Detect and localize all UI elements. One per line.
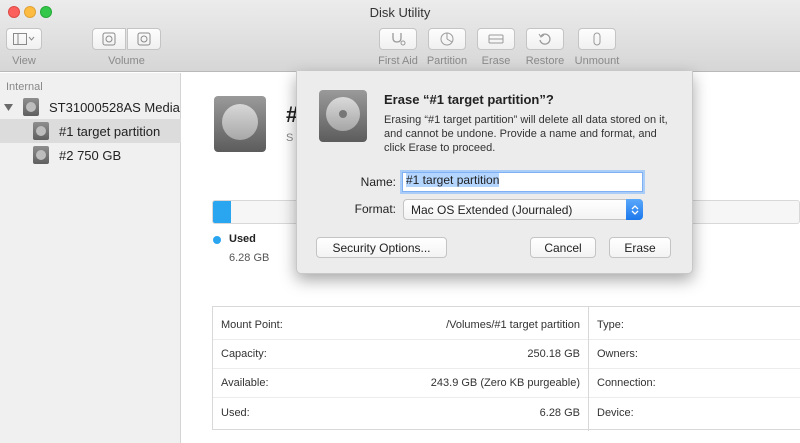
format-select[interactable]: Mac OS Extended (Journaled)	[403, 199, 643, 220]
chevron-up-down-icon	[626, 199, 643, 220]
erase-confirm-button[interactable]: Erase	[609, 237, 671, 258]
remove-volume-button[interactable]	[127, 28, 161, 50]
hard-disk-icon	[33, 122, 49, 140]
info-value: 243.9 GB (Zero KB purgeable)	[430, 377, 580, 389]
info-label: Capacity:	[221, 348, 267, 360]
remove-volume-icon	[137, 32, 151, 46]
info-label: Connection:	[597, 377, 656, 389]
sidebar-item-disk[interactable]: ST31000528AS Media	[0, 95, 181, 119]
erase-button[interactable]	[477, 28, 515, 50]
info-row: Type:	[589, 311, 800, 340]
view-button[interactable]	[6, 28, 42, 50]
volume-label: Volume	[108, 55, 145, 67]
name-field-label: Name:	[360, 175, 396, 189]
info-row: Available: 243.9 GB (Zero KB purgeable)	[213, 369, 588, 398]
info-row: Owners:	[589, 340, 800, 369]
sidebar-item-partition-1[interactable]: #1 target partition	[0, 119, 181, 143]
add-volume-button[interactable]	[92, 28, 126, 50]
partition-button[interactable]	[428, 28, 466, 50]
stethoscope-icon	[390, 32, 406, 46]
used-legend-value: 6.28 GB	[229, 252, 270, 264]
info-row: Used: 6.28 GB	[213, 398, 588, 427]
format-field-label: Format:	[354, 202, 396, 216]
info-value: 250.18 GB	[527, 348, 580, 360]
hard-disk-icon	[23, 98, 39, 116]
view-label: View	[12, 55, 36, 67]
sidebar-item-partition-2[interactable]: #2 750 GB	[0, 143, 181, 167]
restore-icon	[538, 32, 552, 46]
partition-icon	[440, 32, 454, 46]
sidebar-item-label: #2 750 GB	[59, 147, 122, 163]
security-options-button[interactable]: Security Options...	[316, 237, 447, 258]
first-aid-label: First Aid	[378, 55, 418, 67]
info-label: Available:	[221, 377, 269, 389]
usage-bar-fill	[213, 201, 231, 223]
info-label: Device:	[597, 406, 634, 419]
volume-info-table: Mount Point: /Volumes/#1 target partitio…	[212, 306, 800, 431]
info-left-column: Mount Point: /Volumes/#1 target partitio…	[213, 307, 589, 431]
sidebar-toggle-icon	[13, 33, 35, 45]
disclosure-triangle-icon[interactable]	[4, 100, 13, 115]
partition-label: Partition	[426, 55, 468, 67]
add-volume-icon	[102, 32, 116, 46]
window-title: Disk Utility	[369, 5, 431, 20]
info-row: Device:	[589, 398, 800, 427]
hard-disk-icon	[319, 90, 367, 142]
used-legend-label: Used	[229, 233, 256, 245]
toolbar: Disk Utility View Volume First Aid Parti…	[0, 0, 800, 72]
info-value: /Volumes/#1 target partition	[446, 319, 580, 331]
first-aid-button[interactable]	[379, 28, 417, 50]
sidebar: Internal ST31000528AS Media #1 target pa…	[0, 73, 181, 443]
hard-disk-icon	[214, 96, 266, 152]
info-row: Connection:	[589, 369, 800, 398]
sidebar-item-label: #1 target partition	[59, 123, 161, 139]
info-row: Capacity: 250.18 GB	[213, 340, 588, 369]
eject-icon	[591, 32, 603, 46]
info-label: Owners:	[597, 348, 638, 360]
hard-disk-icon	[33, 146, 49, 164]
name-field[interactable]: #1 target partition	[402, 172, 643, 192]
eraser-icon	[488, 33, 504, 45]
unmount-button[interactable]	[578, 28, 616, 50]
restore-button[interactable]	[526, 28, 564, 50]
volume-subtitle: S	[286, 132, 294, 144]
unmount-label: Unmount	[574, 55, 620, 67]
info-label: Type:	[597, 319, 624, 331]
used-legend-dot	[213, 236, 221, 244]
restore-label: Restore	[525, 55, 565, 67]
format-select-value: Mac OS Extended (Journaled)	[411, 202, 573, 217]
sidebar-item-label: ST31000528AS Media	[49, 99, 180, 115]
sheet-message: Erasing “#1 target partition” will delet…	[384, 114, 668, 154]
erase-label: Erase	[481, 55, 511, 67]
sheet-title: Erase “#1 target partition”?	[384, 92, 554, 107]
info-label: Used:	[221, 406, 250, 419]
name-field-value: #1 target partition	[406, 173, 500, 187]
info-row: Mount Point: /Volumes/#1 target partitio…	[213, 311, 588, 340]
info-label: Mount Point:	[221, 319, 283, 331]
sidebar-section-header: Internal	[6, 81, 43, 93]
cancel-button[interactable]: Cancel	[530, 237, 596, 258]
info-right-column: Type: Owners: Connection: Device:	[589, 307, 800, 431]
info-value: 6.28 GB	[539, 406, 580, 419]
